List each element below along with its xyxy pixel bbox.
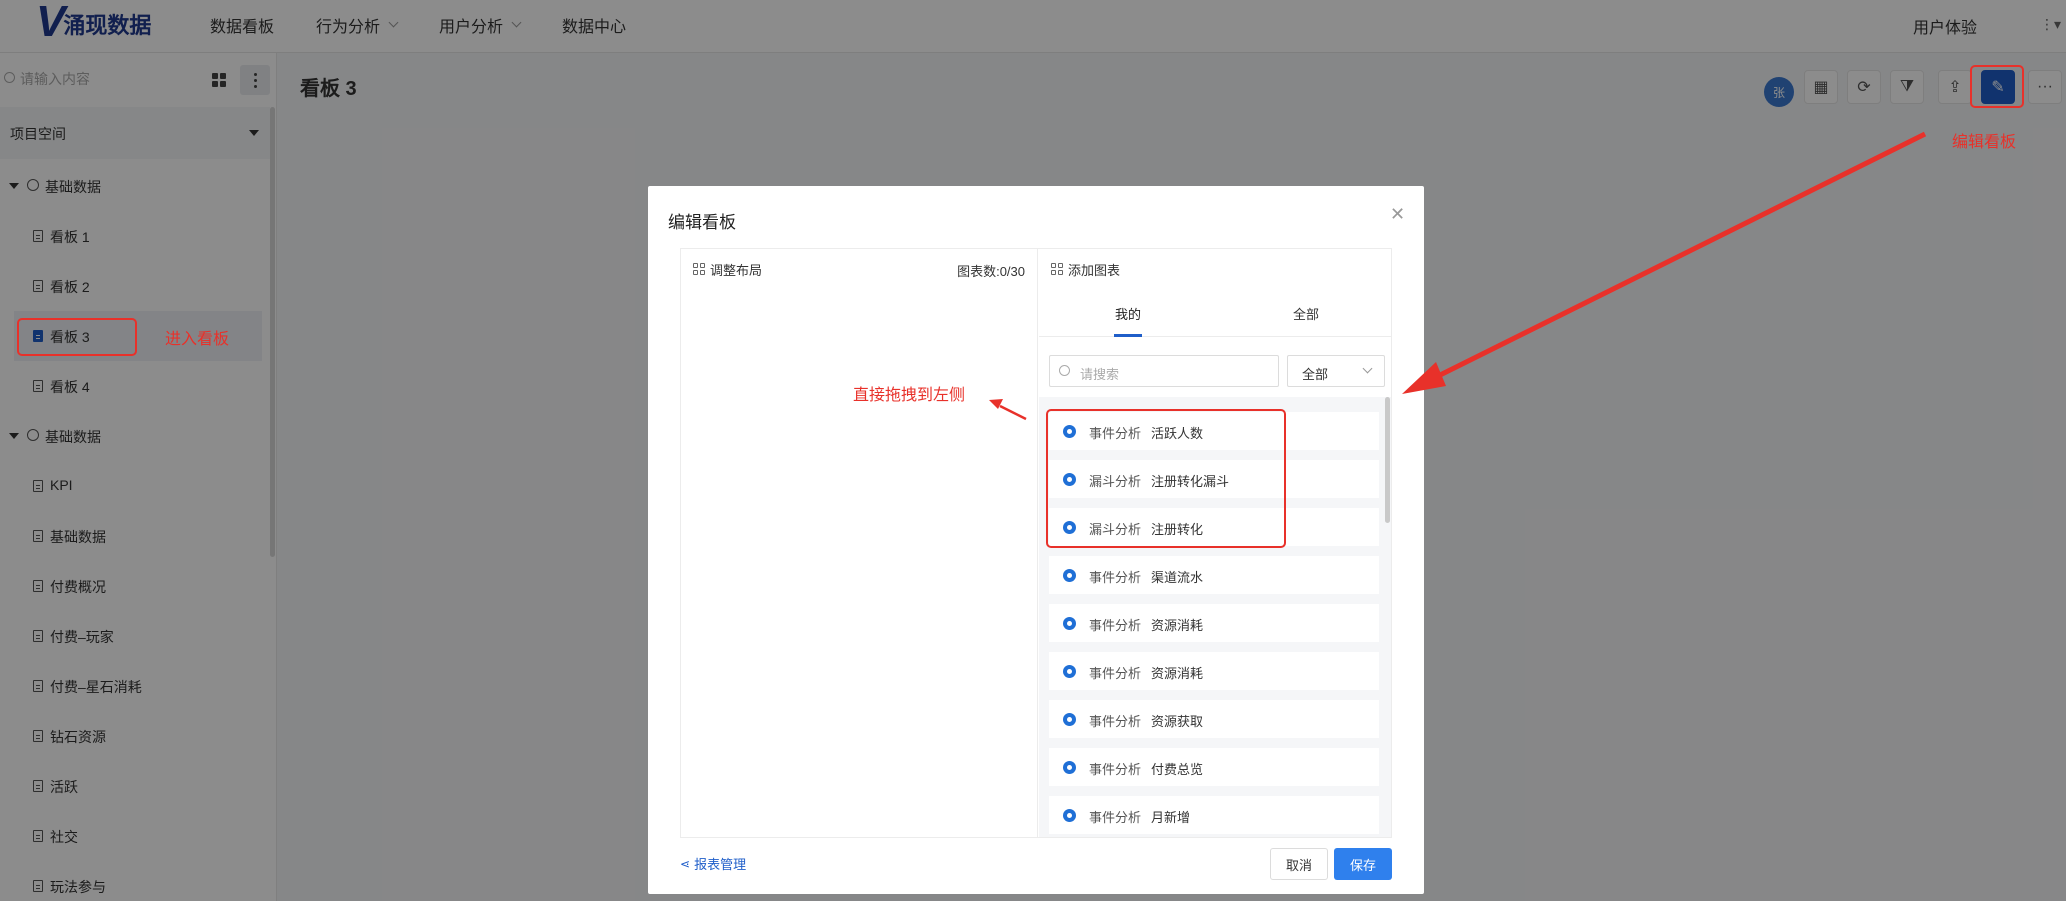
chart-search-input[interactable]: 请搜索 xyxy=(1049,355,1279,387)
annotation-box-edit xyxy=(1970,65,2024,108)
add-chart-title: 添加图表 xyxy=(1068,262,1121,278)
chart-type-label: 事件分析 xyxy=(1089,714,1142,729)
annotation-enter-board: 进入看板 xyxy=(165,331,230,348)
annotation-box-charts xyxy=(1046,409,1286,548)
list-item[interactable]: 事件分析 渠道流水 xyxy=(1049,556,1379,594)
report-management-link[interactable]: ⋖ 报表管理 xyxy=(680,854,746,873)
chevron-down-icon xyxy=(1362,363,1373,374)
active-tab-indicator xyxy=(1114,334,1142,337)
layout-pane[interactable]: 调整布局 图表数:0/30 xyxy=(681,249,1038,837)
edit-board-modal: 编辑看板 ✕ 调整布局 图表数:0/30 添加图表 我的 全部 请搜索 全部 事… xyxy=(648,186,1424,894)
chart-type-select[interactable]: 全部 xyxy=(1287,355,1385,387)
search-placeholder: 请搜索 xyxy=(1080,367,1120,382)
add-chart-header: 添加图表 xyxy=(1051,249,1120,289)
app-root: V 涌现数据 数据看板 行为分析 用户分析 数据中心 用户体验 ⋮▾ 请输入内容… xyxy=(0,0,2066,901)
search-icon xyxy=(1059,365,1070,376)
layout-pane-title: 调整布局 xyxy=(710,262,763,278)
chart-type-label: 事件分析 xyxy=(1089,570,1142,585)
annotation-drag-hint: 直接拖拽到左侧 xyxy=(853,387,966,404)
add-chart-icon xyxy=(1051,263,1063,275)
modal-footer: ⋖ 报表管理 取消 保存 xyxy=(648,838,1424,894)
report-link-label: 报表管理 xyxy=(694,857,747,872)
cancel-button[interactable]: 取消 xyxy=(1270,848,1328,880)
chart-name-label: 付费总览 xyxy=(1151,762,1204,777)
chart-name-label: 月新增 xyxy=(1151,810,1191,825)
chart-icon xyxy=(1063,569,1076,582)
chart-icon xyxy=(1063,809,1076,822)
chart-tabs: 我的 全部 xyxy=(1039,293,1391,337)
chart-name-label: 资源消耗 xyxy=(1151,666,1204,681)
list-item[interactable]: 事件分析 资源消耗 xyxy=(1049,652,1379,690)
chart-name-label: 资源消耗 xyxy=(1151,618,1204,633)
chart-type-label: 事件分析 xyxy=(1089,762,1142,777)
annotation-edit-board: 编辑看板 xyxy=(1952,134,2017,151)
select-value: 全部 xyxy=(1302,367,1329,382)
chart-name-label: 资源获取 xyxy=(1151,714,1204,729)
chart-name-label: 渠道流水 xyxy=(1151,570,1204,585)
chart-count: 图表数:0/30 xyxy=(957,264,1025,279)
layout-icon xyxy=(693,263,705,275)
list-item[interactable]: 事件分析 付费总览 xyxy=(1049,748,1379,786)
chart-type-label: 事件分析 xyxy=(1089,810,1142,825)
layout-pane-header: 调整布局 xyxy=(693,249,762,289)
chart-list-scrollbar[interactable] xyxy=(1385,397,1390,523)
modal-title: 编辑看板 xyxy=(668,213,736,232)
list-item[interactable]: 事件分析 资源消耗 xyxy=(1049,604,1379,642)
annotation-box-board3 xyxy=(17,318,137,356)
share-icon: ⋖ xyxy=(680,856,691,871)
chart-type-label: 事件分析 xyxy=(1089,666,1142,681)
chart-icon xyxy=(1063,617,1076,630)
chart-icon xyxy=(1063,665,1076,678)
chart-type-label: 事件分析 xyxy=(1089,618,1142,633)
tab-mine[interactable]: 我的 xyxy=(1115,304,1141,323)
tab-all[interactable]: 全部 xyxy=(1293,304,1319,323)
close-icon[interactable]: ✕ xyxy=(1390,204,1405,225)
chart-icon xyxy=(1063,761,1076,774)
save-button[interactable]: 保存 xyxy=(1334,848,1392,880)
list-item[interactable]: 事件分析 月新增 xyxy=(1049,796,1379,834)
chart-icon xyxy=(1063,713,1076,726)
list-item[interactable]: 事件分析 资源获取 xyxy=(1049,700,1379,738)
